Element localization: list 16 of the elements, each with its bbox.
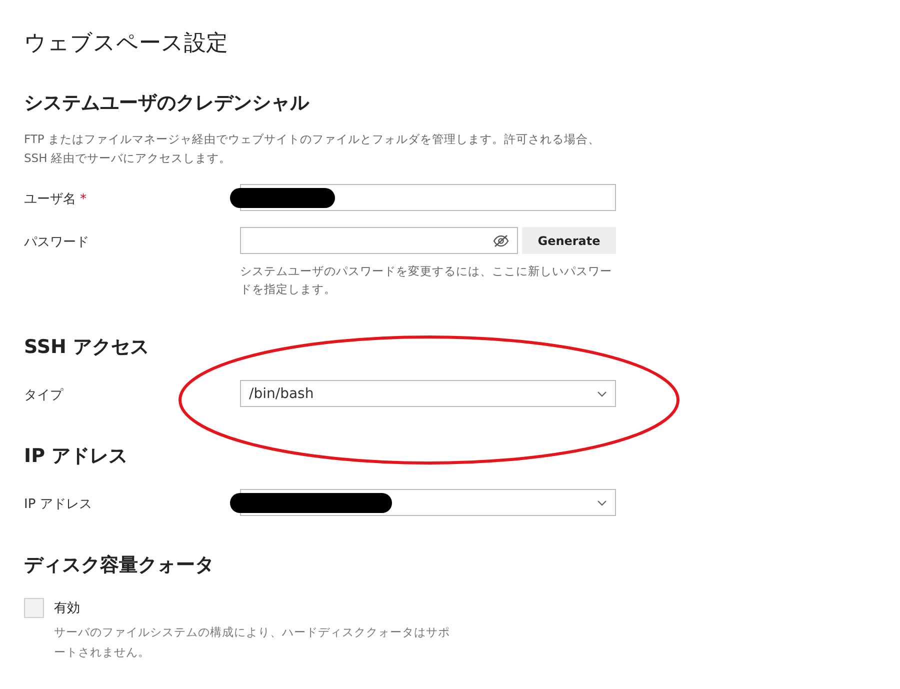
generate-button[interactable]: Generate	[522, 227, 616, 254]
required-mark: *	[80, 192, 86, 207]
section-description: FTP またはファイルマネージャ経由でウェブサイトのファイルとフォルダを管理します。許可される場合、SSH 経由でサーバにアクセスします。	[24, 131, 602, 167]
section-heading: システムユーザのクレデンシャル	[24, 91, 310, 116]
help-text: システムユーザのパスワードを変更するには、ここに新しいパスワードを指定します。	[240, 263, 613, 298]
field-label: ユーザ名	[24, 192, 76, 207]
section-heading: IP アドレス	[24, 444, 129, 469]
help-text: サーバのファイルシステムの構成により、ハードディスククォータはサポートされません。	[54, 624, 451, 661]
section-heading: SSH アクセス	[24, 335, 150, 360]
section-heading: ディスク容量クォータ	[24, 553, 215, 578]
checkbox-label[interactable]: 有効	[54, 599, 80, 617]
page-title: ウェブスペース設定	[24, 30, 229, 58]
field-label: パスワード	[24, 235, 89, 250]
field-label: タイプ	[24, 388, 63, 403]
dropdown-field[interactable]: /bin/bash	[240, 380, 616, 407]
field-label: IP アドレス	[24, 497, 92, 512]
